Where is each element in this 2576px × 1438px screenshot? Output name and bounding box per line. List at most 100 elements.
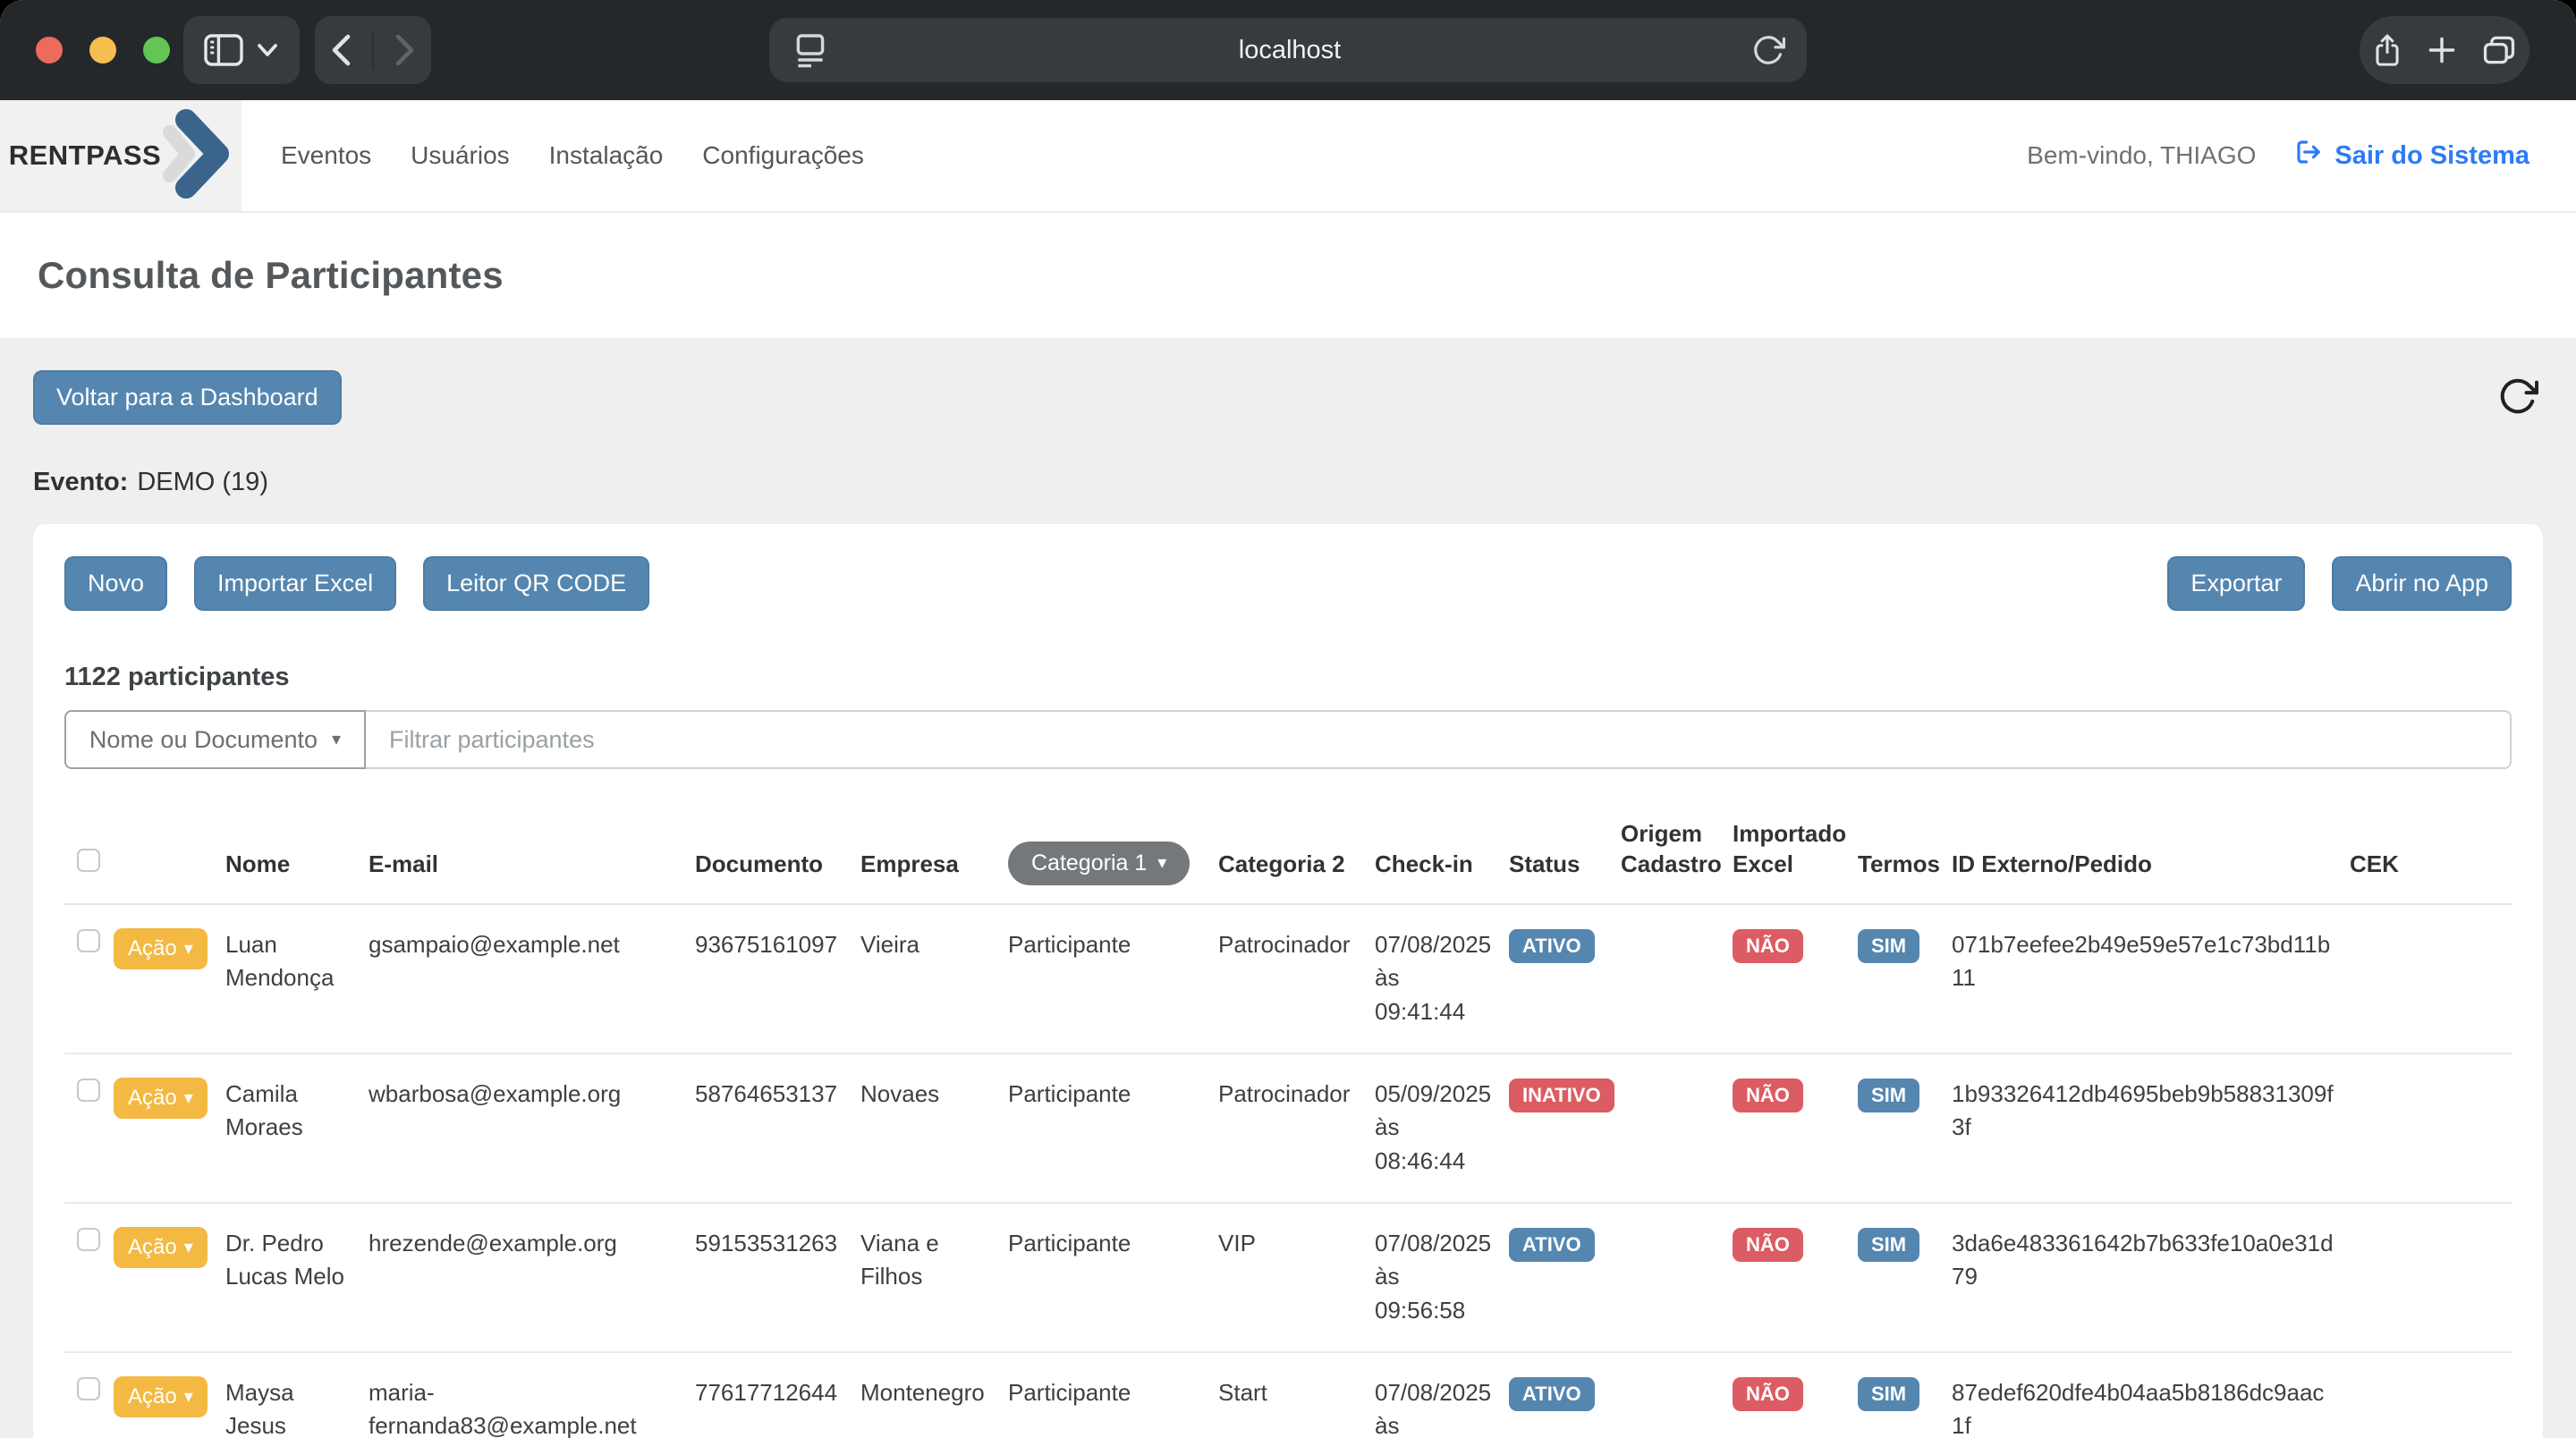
exportar-button[interactable]: Exportar [2167,556,2305,611]
row-action-button[interactable]: Ação ▾ [114,928,208,969]
categoria1-dropdown-button[interactable]: Categoria 1 ▾ [1008,842,1190,885]
row-action-button[interactable]: Ação ▾ [114,1376,208,1417]
brand-logo[interactable]: RENTPASS [0,100,242,211]
header-importado-excel: Importado Excel [1733,819,1858,904]
back-to-dashboard-button[interactable]: Voltar para a Dashboard [33,370,342,425]
address-bar[interactable]: localhost [769,18,1807,82]
status-badge: ATIVO [1509,929,1595,963]
reload-icon[interactable] [1751,33,1785,67]
header-acao [114,819,225,904]
caret-down-icon: ▾ [1157,854,1166,872]
row-action-button[interactable]: Ação ▾ [114,1227,208,1268]
termos-badge: SIM [1858,1377,1919,1411]
chevron-down-icon[interactable] [256,42,279,58]
cell-nome: Maysa Jesus [225,1352,369,1438]
url-text[interactable]: localhost [828,36,1751,65]
event-line: Evento: DEMO (19) [33,468,2543,497]
nav-item-configuracoes[interactable]: Configurações [702,141,864,170]
cell-email: maria-fernanda83@example.net [369,1352,695,1438]
cell-empresa: Viana e Filhos [860,1203,1008,1352]
cell-nome: Camila Moraes [225,1053,369,1203]
header-status: Status [1509,819,1621,904]
row-checkbox[interactable] [77,1078,100,1102]
abrir-no-app-button[interactable]: Abrir no App [2332,556,2512,611]
cell-id-externo: 1b93326412db4695beb9b58831309f3f [1952,1053,2350,1203]
cell-nome: Luan Mendonça [225,904,369,1053]
importar-excel-button[interactable]: Importar Excel [194,556,396,611]
header-categoria2: Categoria 2 [1218,819,1375,904]
caret-down-icon: ▾ [184,1388,193,1406]
termos-badge: SIM [1858,929,1919,963]
importado-badge: NÃO [1733,929,1803,963]
cell-origem-cadastro [1621,1053,1733,1203]
page-title: Consulta de Participantes [38,254,504,297]
cell-origem-cadastro [1621,1352,1733,1438]
page-content: Voltar para a Dashboard Evento: DEMO (19… [0,338,2576,1438]
termos-badge: SIM [1858,1078,1919,1112]
sidebar-icon[interactable] [204,33,243,67]
event-label: Evento: [33,468,128,497]
cell-categoria1: Participante [1008,1352,1218,1438]
close-window-button[interactable] [36,37,63,63]
nav-item-instalacao[interactable]: Instalação [549,141,664,170]
nav-item-eventos[interactable]: Eventos [281,141,371,170]
header-id-externo: ID Externo/Pedido [1952,819,2350,904]
cell-documento: 58764653137 [695,1053,860,1203]
cell-importado-excel: NÃO [1733,1203,1858,1352]
participants-card: Novo Importar Excel Leitor QR CODE Expor… [33,524,2543,1438]
filter-type-dropdown[interactable]: Nome ou Documento ▾ [64,710,366,769]
cell-importado-excel: NÃO [1733,904,1858,1053]
header-empresa: Empresa [860,819,1008,904]
select-all-checkbox[interactable] [77,849,100,872]
back-button[interactable] [318,32,363,68]
cell-empresa: Vieira [860,904,1008,1053]
brand-name: RENTPASS [9,140,162,172]
cell-importado-excel: NÃO [1733,1352,1858,1438]
cell-id-externo: 87edef620dfe4b04aa5b8186dc9aac1f [1952,1352,2350,1438]
browser-window: localhost RENTPASS Eventos [0,0,2576,1438]
cell-id-externo: 071b7eefee2b49e59e57e1c73bd11b11 [1952,904,2350,1053]
status-badge: ATIVO [1509,1228,1595,1262]
logout-icon [2293,137,2324,174]
table-row: Ação ▾ Maysa Jesusmaria-fernanda83@exampl… [64,1352,2512,1438]
row-checkbox[interactable] [77,1228,100,1251]
cell-checkin: 05/09/2025às 08:46:44 [1375,1053,1509,1203]
app-header: RENTPASS Eventos Usuários Instalação Con… [0,100,2576,213]
cell-email: hrezende@example.org [369,1203,695,1352]
event-value: DEMO (19) [137,468,268,497]
share-icon[interactable] [2372,31,2402,69]
leitor-qr-button[interactable]: Leitor QR CODE [423,556,649,611]
page-settings-icon[interactable] [792,31,828,69]
cell-cek [2350,1053,2512,1203]
cell-termos: SIM [1858,1203,1952,1352]
row-action-button[interactable]: Ação ▾ [114,1078,208,1119]
cell-checkin: 07/08/2025às 09:43:01 [1375,1352,1509,1438]
novo-button[interactable]: Novo [64,556,167,611]
refresh-icon[interactable] [2497,376,2538,421]
logout-label: Sair do Sistema [2334,141,2529,171]
row-checkbox[interactable] [77,929,100,952]
tab-overview-icon[interactable] [2481,33,2517,67]
header-email: E-mail [369,819,695,904]
participants-table: Nome E-mail Documento Empresa Categoria … [64,819,2512,1438]
cell-status: ATIVO [1509,904,1621,1053]
logout-link[interactable]: Sair do Sistema [2293,137,2529,174]
row-checkbox[interactable] [77,1377,100,1400]
cell-id-externo: 3da6e483361642b7b633fe10a0e31d79 [1952,1203,2350,1352]
filter-input[interactable] [366,710,2512,769]
nav-item-usuarios[interactable]: Usuários [411,141,509,170]
main-nav: Eventos Usuários Instalação Configuraçõe… [281,141,864,170]
cell-empresa: Montenegro [860,1352,1008,1438]
status-badge: INATIVO [1509,1078,1614,1112]
zoom-window-button[interactable] [143,37,170,63]
participants-tbody: Ação ▾Luan Mendonçagsampaio@example.net9… [64,904,2512,1438]
brand-chevron-icon [163,107,233,205]
new-tab-icon[interactable] [2426,34,2458,66]
cell-termos: SIM [1858,1352,1952,1438]
minimize-window-button[interactable] [89,37,116,63]
caret-down-icon: ▾ [332,731,341,749]
cell-origem-cadastro [1621,1203,1733,1352]
header-documento: Documento [695,819,860,904]
forward-button[interactable] [383,32,428,68]
sidebar-toggle-group[interactable] [183,16,300,84]
